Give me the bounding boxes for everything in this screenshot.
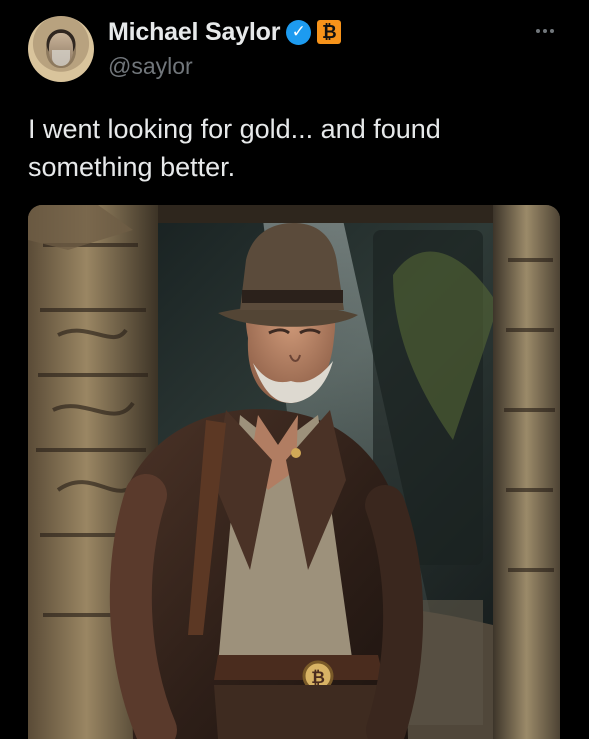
verified-check-icon[interactable]: ✓ (286, 19, 312, 45)
more-dot (543, 29, 547, 33)
author-handle[interactable]: @saylor (108, 53, 193, 80)
avatar-beard (52, 50, 70, 66)
bitcoin-badge-icon[interactable]: ₿ (317, 20, 342, 44)
author-name[interactable]: Michael Saylor (108, 18, 280, 47)
author-name-row: Michael Saylor ✓ ₿ (108, 17, 342, 47)
author-avatar[interactable] (28, 16, 94, 82)
photo-icon: ₿ (28, 205, 560, 739)
belt-buckle-bitcoin-icon: ₿ (311, 668, 325, 687)
post-text: I went looking for gold... and found som… (28, 114, 441, 182)
post-image[interactable]: ₿ (28, 205, 560, 739)
post-header: Michael Saylor ✓ ₿ @saylor (28, 14, 561, 84)
more-dot (536, 29, 540, 33)
more-dot (550, 29, 554, 33)
more-options-icon[interactable] (531, 19, 559, 43)
